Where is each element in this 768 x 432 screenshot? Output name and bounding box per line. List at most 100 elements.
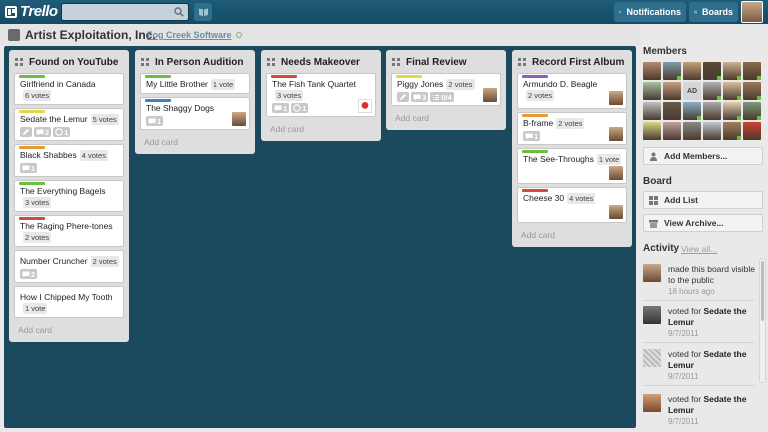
member-avatar[interactable]: [643, 122, 661, 140]
member-avatar[interactable]: [643, 394, 661, 412]
card[interactable]: Armundo D. Beagle2 votes: [517, 73, 627, 109]
add-card-link[interactable]: Add card: [266, 117, 376, 136]
add-list-button[interactable]: Add List: [643, 191, 763, 209]
list-title[interactable]: Record First Album: [532, 57, 624, 68]
list[interactable]: Found on YouTube Girlfriend in Canada6 vo…: [9, 50, 129, 342]
search-icon[interactable]: [174, 7, 184, 17]
list[interactable]: Record First Album Armundo D. Beagle2 vot…: [512, 50, 632, 247]
member-avatar[interactable]: [609, 91, 623, 105]
notifications-button[interactable]: Notifications: [614, 2, 686, 22]
list[interactable]: Final Review Piggy Jones 2 votes 3 0/4 Add ca…: [386, 50, 506, 130]
view-all-link[interactable]: View all...: [681, 244, 717, 254]
card[interactable]: Black Shabbes 4 votes 1: [14, 144, 124, 177]
add-card-link[interactable]: Add card: [14, 318, 124, 337]
member-avatar[interactable]: [723, 122, 741, 140]
member-avatar[interactable]: [743, 102, 761, 120]
trello-logo-icon: [5, 5, 17, 18]
member-avatar[interactable]: [643, 82, 661, 100]
member-avatar[interactable]: [683, 62, 701, 80]
list-header[interactable]: Final Review: [391, 54, 501, 70]
member-avatar[interactable]: [703, 102, 721, 120]
clock-icon: [55, 128, 63, 136]
member-avatar[interactable]: [683, 122, 701, 140]
organization-link[interactable]: Fog Creek Software: [147, 30, 232, 40]
card[interactable]: How I Chipped My Tooth1 vote: [14, 286, 124, 318]
boards-button[interactable]: Boards: [689, 2, 738, 22]
member-avatar[interactable]: [723, 62, 741, 80]
list[interactable]: Needs Makeover The Fish Tank Quartet3 vot…: [261, 50, 381, 141]
member-avatar[interactable]: [609, 166, 623, 180]
member-avatar[interactable]: [643, 102, 661, 120]
list-header[interactable]: Record First Album: [517, 54, 627, 70]
member-avatar[interactable]: [483, 88, 497, 102]
drag-handle-icon[interactable]: [141, 58, 149, 66]
add-card-link[interactable]: Add card: [391, 106, 501, 125]
member-avatar[interactable]: [663, 82, 681, 100]
member-avatar[interactable]: [643, 62, 661, 80]
member-avatar[interactable]: [643, 306, 661, 324]
card[interactable]: My Little Brother 1 vote: [140, 73, 250, 94]
member-avatar[interactable]: [743, 122, 761, 140]
member-avatar[interactable]: [663, 122, 681, 140]
user-avatar[interactable]: [741, 1, 763, 23]
member-avatar[interactable]: [743, 62, 761, 80]
member-avatar[interactable]: AD: [683, 82, 701, 100]
card[interactable]: Piggy Jones 2 votes 3 0/4: [391, 73, 501, 106]
member-avatar[interactable]: [643, 264, 661, 282]
activity-divider: [643, 385, 755, 386]
card[interactable]: The See-Throughs 1 vote: [517, 148, 627, 184]
member-avatar[interactable]: [703, 62, 721, 80]
card[interactable]: B-frame 2 votes 1: [517, 112, 627, 145]
activity-text: voted for Sedate the Lemur 9/7/2011: [668, 394, 758, 427]
drag-handle-icon[interactable]: [15, 58, 23, 66]
member-avatar[interactable]: [743, 82, 761, 100]
member-avatar[interactable]: [358, 99, 372, 113]
vote-count-badge: 6 votes: [23, 90, 52, 101]
sidebar: Members AD Add Members... Board Add List…: [640, 44, 768, 432]
member-avatar[interactable]: [723, 82, 741, 100]
add-card-link[interactable]: Add card: [517, 223, 627, 242]
vote-count-badge: 3 votes: [23, 197, 52, 208]
member-avatar[interactable]: [232, 112, 246, 126]
list-header[interactable]: Found on YouTube: [14, 54, 124, 70]
card-title: The Everything Bagels: [20, 186, 106, 196]
card[interactable]: The Raging Phere-tones2 votes: [14, 215, 124, 247]
list-title[interactable]: Final Review: [406, 57, 467, 68]
card[interactable]: Girlfriend in Canada6 votes: [14, 73, 124, 105]
board-title[interactable]: Artist Exploitation, Inc.: [25, 28, 156, 42]
member-avatar[interactable]: [609, 205, 623, 219]
card[interactable]: The Fish Tank Quartet3 votes 1 1: [266, 73, 376, 117]
list-title[interactable]: Needs Makeover: [281, 57, 360, 68]
member-avatar[interactable]: [663, 102, 681, 120]
scrollbar-thumb[interactable]: [761, 261, 764, 321]
member-avatar[interactable]: [609, 127, 623, 141]
list-title[interactable]: In Person Audition: [155, 57, 244, 68]
member-avatar[interactable]: [703, 82, 721, 100]
drag-handle-icon[interactable]: [392, 58, 400, 66]
boards-drawer-button[interactable]: [194, 3, 212, 21]
drag-handle-icon[interactable]: [518, 58, 526, 66]
member-avatar[interactable]: [703, 122, 721, 140]
card-title-row: The Raging Phere-tones2 votes: [20, 221, 119, 243]
member-avatar[interactable]: [723, 102, 741, 120]
member-avatar[interactable]: [663, 62, 681, 80]
clock-icon: [293, 104, 301, 112]
trello-logo[interactable]: Trello: [5, 3, 58, 20]
list-title[interactable]: Found on YouTube: [29, 57, 118, 68]
list[interactable]: In Person Audition My Little Brother 1 vot…: [135, 50, 255, 154]
view-archive-button[interactable]: View Archive...: [643, 214, 763, 232]
card[interactable]: The Everything Bagels3 votes: [14, 180, 124, 212]
list-header[interactable]: In Person Audition: [140, 54, 250, 70]
member-avatar[interactable]: [683, 102, 701, 120]
member-avatar[interactable]: [643, 349, 661, 367]
activity-scrollbar[interactable]: [759, 258, 766, 383]
list-header[interactable]: Needs Makeover: [266, 54, 376, 70]
card[interactable]: Number Cruncher 2 votes 2: [14, 250, 124, 283]
card[interactable]: Cheese 30 4 votes: [517, 187, 627, 223]
search-input[interactable]: [61, 3, 189, 21]
drag-handle-icon[interactable]: [267, 58, 275, 66]
add-card-link[interactable]: Add card: [140, 130, 250, 149]
add-members-button[interactable]: Add Members...: [643, 147, 763, 165]
card[interactable]: Sedate the Lemur 5 votes 2 1: [14, 108, 124, 141]
card[interactable]: The Shaggy Dogs 1: [140, 97, 250, 130]
